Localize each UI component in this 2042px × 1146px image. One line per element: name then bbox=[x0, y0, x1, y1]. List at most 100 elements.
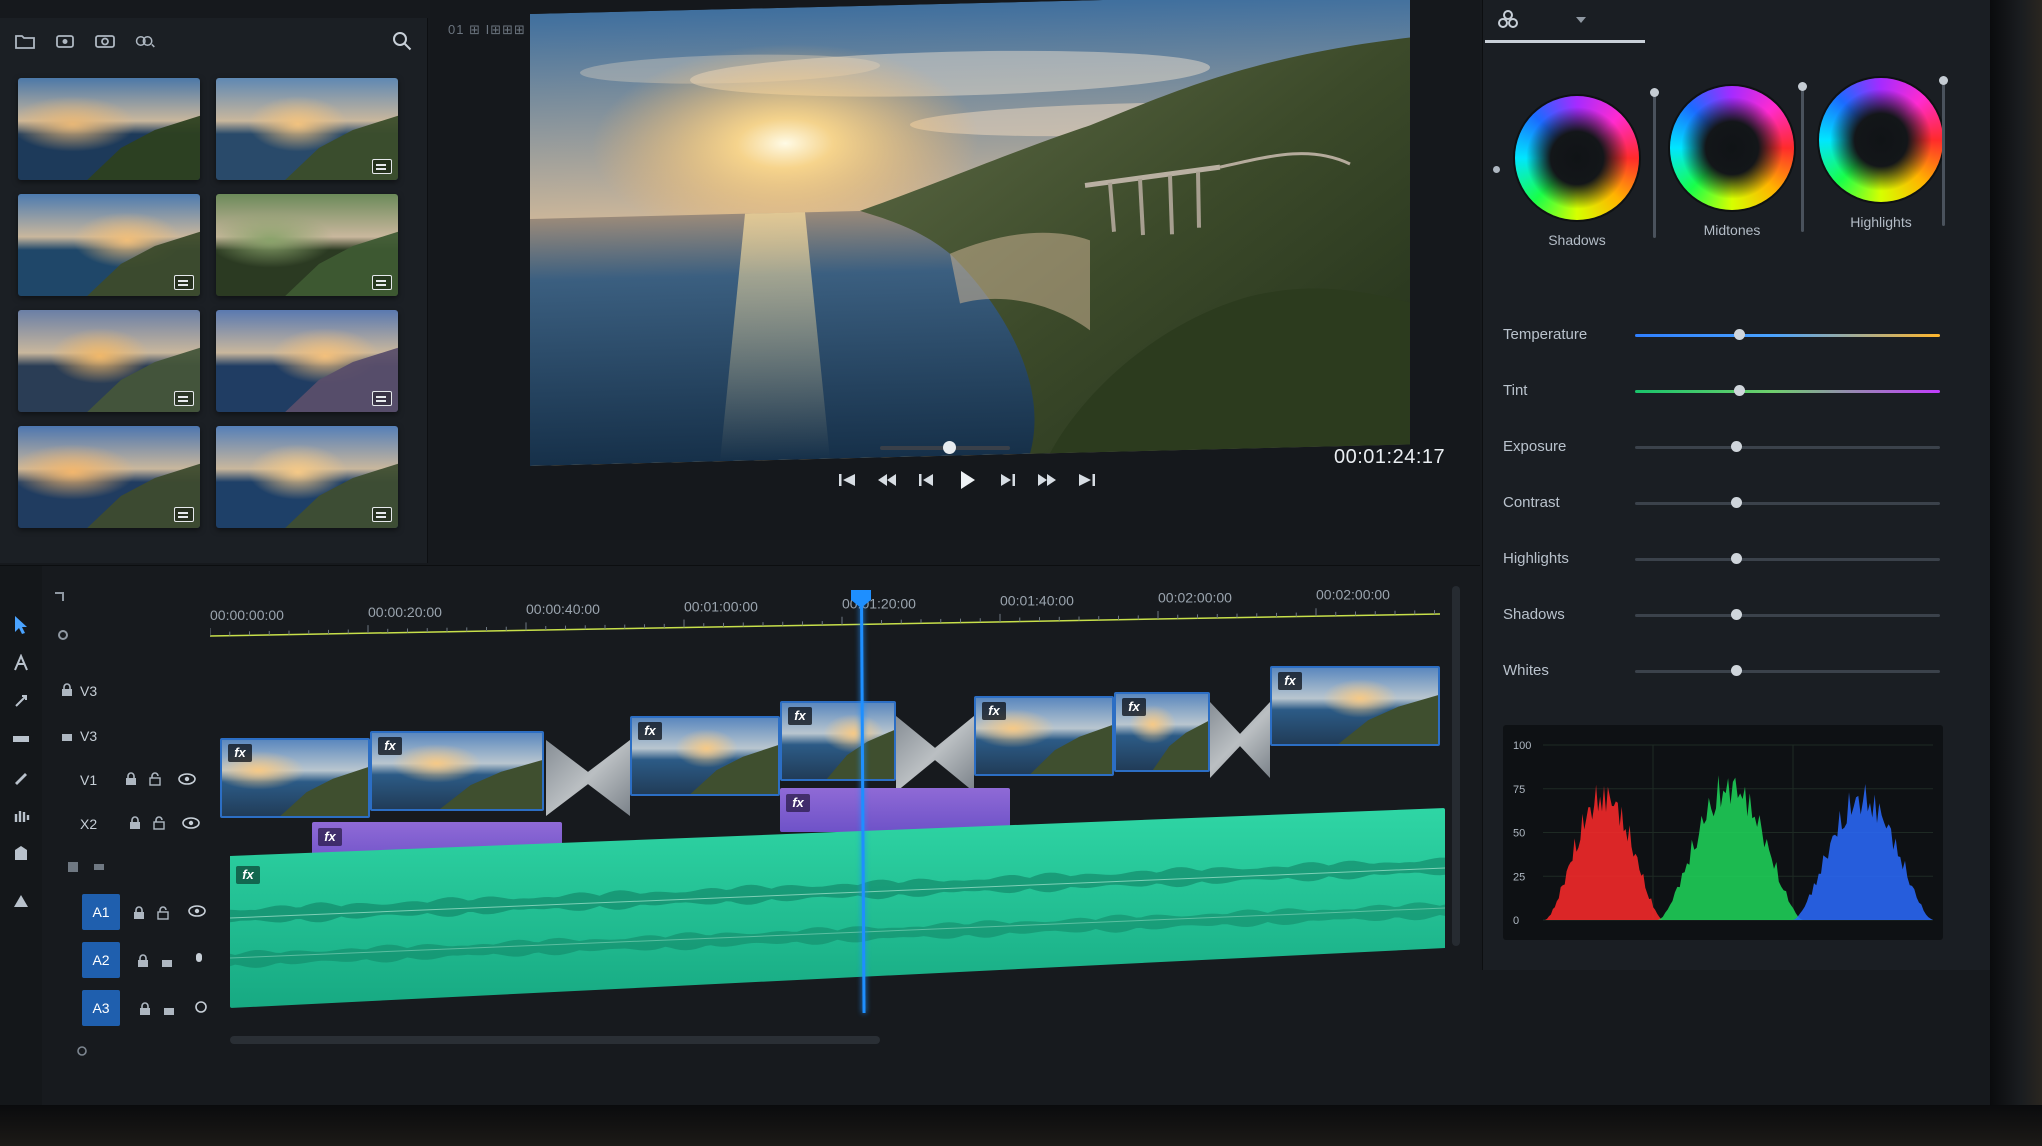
media-thumbnail[interactable] bbox=[18, 78, 200, 180]
step-back-icon[interactable] bbox=[915, 468, 939, 492]
video-clip-6[interactable]: fx bbox=[1114, 692, 1210, 772]
track-options-icon[interactable] bbox=[64, 858, 82, 876]
midtones-wheel[interactable]: Midtones bbox=[1670, 86, 1794, 238]
adjustment-slider-track[interactable] bbox=[1635, 558, 1940, 561]
track-name[interactable]: A1 bbox=[82, 894, 120, 930]
track-name[interactable]: A3 bbox=[82, 990, 120, 1026]
wheel-reset-dot[interactable] bbox=[1493, 166, 1500, 173]
eye-icon[interactable] bbox=[178, 770, 196, 788]
camera-icon[interactable] bbox=[94, 31, 116, 51]
cross-dissolve-transition[interactable] bbox=[896, 716, 974, 792]
mute-icon[interactable] bbox=[154, 904, 172, 922]
fx-badge[interactable]: fx bbox=[1122, 698, 1146, 716]
adjustment-slider-thumb[interactable] bbox=[1733, 329, 1745, 340]
video-clip-1[interactable]: fx bbox=[220, 738, 370, 818]
adjustment-slider-thumb[interactable] bbox=[1730, 609, 1742, 620]
fx-badge[interactable]: fx bbox=[228, 744, 252, 762]
fx-badge[interactable]: fx bbox=[982, 702, 1006, 720]
play-icon[interactable] bbox=[955, 468, 979, 492]
video-preview-frame[interactable] bbox=[530, 0, 1410, 466]
adjustment-slider-track[interactable] bbox=[1635, 390, 1940, 393]
adjustment-slider-track[interactable] bbox=[1635, 614, 1940, 617]
hand-tool-icon[interactable] bbox=[0, 796, 42, 834]
viewer-tab-label[interactable]: 01 ⊞ I⊞⊞⊞ bbox=[448, 22, 526, 38]
color-tools-icon[interactable] bbox=[1497, 8, 1519, 35]
zoom-out-icon[interactable] bbox=[76, 1044, 88, 1062]
cross-dissolve-transition[interactable] bbox=[546, 740, 630, 816]
media-thumbnail[interactable] bbox=[216, 310, 398, 412]
fast-forward-icon[interactable] bbox=[1035, 468, 1059, 492]
midtones-level-slider[interactable] bbox=[1798, 82, 1807, 232]
highlights-wheel[interactable]: Highlights bbox=[1819, 78, 1943, 230]
media-thumbnail[interactable] bbox=[18, 426, 200, 528]
chevron-down-icon[interactable] bbox=[1575, 12, 1587, 30]
folder-icon[interactable] bbox=[14, 31, 36, 51]
fx-badge[interactable]: fx bbox=[786, 794, 810, 812]
midtones-color-wheel[interactable] bbox=[1670, 86, 1794, 210]
eye-icon[interactable] bbox=[188, 902, 206, 920]
adjustment-slider-track[interactable] bbox=[1635, 334, 1940, 337]
sync-icon[interactable] bbox=[192, 998, 210, 1016]
zoom-tool-icon[interactable] bbox=[0, 834, 42, 872]
video-clip-2[interactable]: fx bbox=[370, 731, 544, 811]
timeline-vertical-scrollbar[interactable] bbox=[1452, 586, 1460, 946]
solo-icon[interactable] bbox=[160, 1000, 178, 1018]
lock-icon[interactable] bbox=[58, 681, 76, 699]
fx-badge[interactable]: fx bbox=[1278, 672, 1302, 690]
rewind-icon[interactable] bbox=[875, 468, 899, 492]
media-thumbnail[interactable] bbox=[216, 78, 398, 180]
adjustment-slider-thumb[interactable] bbox=[1730, 441, 1742, 452]
video-clip-3[interactable]: fx bbox=[630, 716, 780, 796]
fx-badge[interactable]: fx bbox=[788, 707, 812, 725]
selection-tool-icon[interactable] bbox=[0, 606, 42, 644]
highlights-color-wheel[interactable] bbox=[1819, 78, 1943, 202]
track-target-icon[interactable] bbox=[90, 858, 108, 876]
link-icon[interactable] bbox=[134, 31, 156, 51]
fx-badge[interactable]: fx bbox=[378, 737, 402, 755]
eye-icon[interactable] bbox=[182, 814, 200, 832]
track-name[interactable]: A2 bbox=[82, 942, 120, 978]
adjustment-slider-thumb[interactable] bbox=[1730, 497, 1742, 508]
razor-tool-icon[interactable] bbox=[0, 682, 42, 720]
adjustment-slider-thumb[interactable] bbox=[1730, 665, 1742, 676]
video-clip-5[interactable]: fx bbox=[974, 696, 1114, 776]
media-thumbnail[interactable] bbox=[216, 426, 398, 528]
overlay-clip-2[interactable]: fx bbox=[780, 788, 1010, 832]
fx-badge[interactable]: fx bbox=[638, 722, 662, 740]
lock-icon[interactable] bbox=[122, 770, 140, 788]
shadows-level-slider[interactable] bbox=[1650, 88, 1659, 238]
timeline-horizontal-scrollbar[interactable] bbox=[230, 1036, 880, 1044]
media-thumbnail[interactable] bbox=[18, 310, 200, 412]
highlights-level-slider[interactable] bbox=[1939, 76, 1948, 226]
lock-icon[interactable] bbox=[126, 814, 144, 832]
search-icon[interactable] bbox=[391, 31, 413, 51]
voiceover-icon[interactable] bbox=[190, 950, 208, 968]
go-to-start-icon[interactable] bbox=[835, 468, 859, 492]
marker-tool-icon[interactable] bbox=[0, 882, 42, 920]
solo-icon[interactable] bbox=[158, 952, 176, 970]
unlock-icon[interactable] bbox=[146, 770, 164, 788]
adjustment-slider-thumb[interactable] bbox=[1733, 385, 1745, 396]
lock-icon[interactable] bbox=[130, 904, 148, 922]
adjustment-slider-thumb[interactable] bbox=[1730, 553, 1742, 564]
fx-badge[interactable]: fx bbox=[318, 828, 342, 846]
slip-tool-icon[interactable] bbox=[0, 720, 42, 758]
step-forward-icon[interactable] bbox=[995, 468, 1019, 492]
media-thumbnail[interactable] bbox=[18, 194, 200, 296]
ripple-edit-tool-icon[interactable] bbox=[0, 644, 42, 682]
shadows-color-wheel[interactable] bbox=[1515, 96, 1639, 220]
media-icon[interactable] bbox=[54, 31, 76, 51]
adjustment-slider-track[interactable] bbox=[1635, 670, 1940, 673]
adjustment-slider-track[interactable] bbox=[1635, 446, 1940, 449]
adjustment-slider-track[interactable] bbox=[1635, 502, 1940, 505]
linked-selection-icon[interactable] bbox=[56, 628, 70, 647]
fx-badge[interactable]: fx bbox=[236, 866, 260, 884]
media-thumbnail[interactable] bbox=[216, 194, 398, 296]
lock-icon[interactable] bbox=[134, 952, 152, 970]
video-clip-7[interactable]: fx bbox=[1270, 666, 1440, 746]
lock-icon[interactable] bbox=[136, 1000, 154, 1018]
snap-icon[interactable] bbox=[52, 590, 66, 609]
unlock-icon[interactable] bbox=[150, 814, 168, 832]
timeline-ruler[interactable]: 00:00:00:00 00:00:20:00 00:00:40:00 00:01:0… bbox=[210, 566, 1440, 638]
video-clip-4[interactable]: fx bbox=[780, 701, 896, 781]
